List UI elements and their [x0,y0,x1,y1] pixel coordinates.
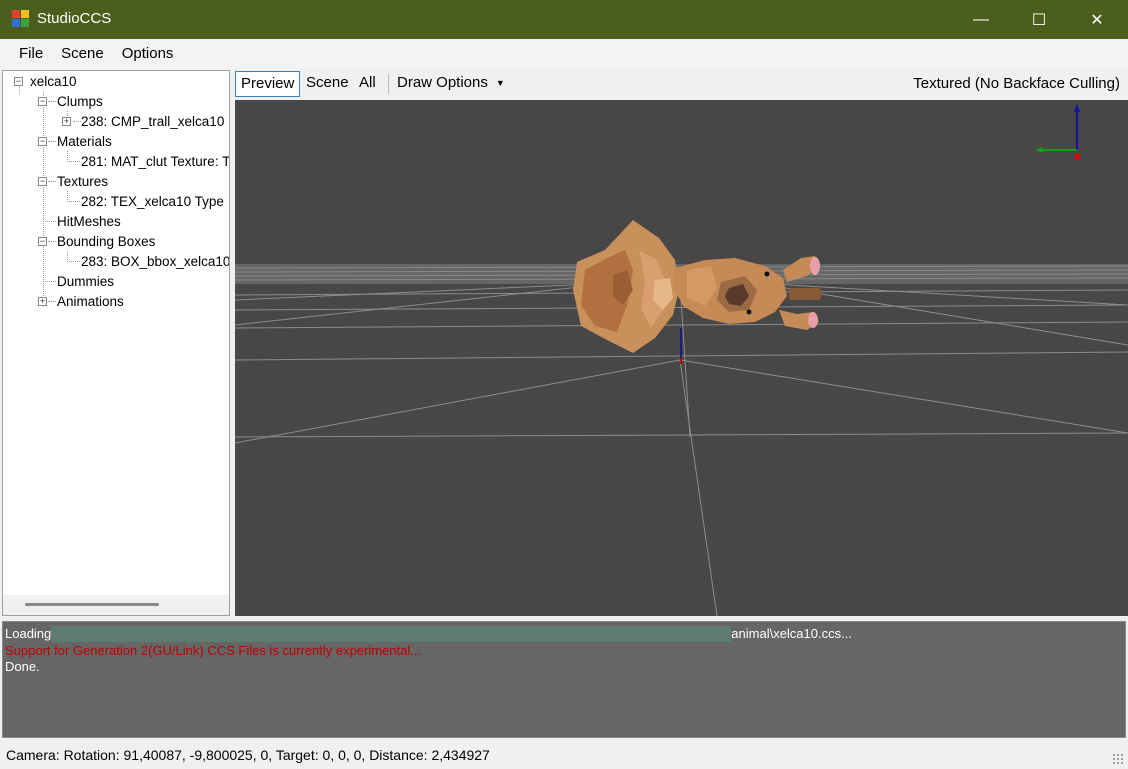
collapse-icon[interactable]: − [38,137,47,146]
tree-node-clump-item[interactable]: 238: CMP_trall_xelca10 [81,112,224,132]
preview-tab[interactable]: Preview [235,71,301,97]
render-mode-label: Textured (No Backface Culling) [913,75,1120,92]
tree-node-material-item[interactable]: 281: MAT_clut Texture: T [81,152,229,172]
close-button[interactable]: ✕ [1068,0,1126,39]
log-line-warning: Support for Generation 2(GU/Link) CCS Fi… [5,642,422,658]
viewport-toolbar: Preview Scene All Draw Options ▼ Textured… [233,69,1128,100]
app-icon [12,10,30,28]
menu-options[interactable]: Options [113,39,183,69]
window-title: StudioCCS [37,10,112,27]
menu-scene[interactable]: Scene [52,39,113,69]
minimize-button[interactable]: — [952,0,1010,39]
tree-node-bounding-boxes[interactable]: Bounding Boxes [57,232,155,252]
tree-node-clumps[interactable]: Clumps [57,92,103,112]
viewport-scene [235,104,1128,616]
collapse-icon[interactable]: − [38,97,47,106]
redacted-path [51,626,732,642]
orientation-gizmo [1035,104,1080,159]
menu-bar: File Scene Options [0,39,1128,69]
scrollbar-thumb[interactable] [25,603,159,606]
expand-icon[interactable]: + [62,117,71,126]
log-line-done: Done. [5,659,40,674]
maximize-button[interactable]: ☐ [1010,0,1068,39]
scene-tree[interactable]: − − + − − − + xelca10 Clumps 238: CMP_tr… [2,70,230,616]
tree-horizontal-scrollbar[interactable] [3,595,229,615]
log-output[interactable]: Loading animal\xelca10.ccs... Support for… [2,621,1126,738]
tree-node-texture-item[interactable]: 282: TEX_xelca10 Type [81,192,224,212]
collapse-icon[interactable]: − [38,237,47,246]
tree-node-animations[interactable]: Animations [57,292,124,312]
dropdown-arrow-icon: ▼ [495,78,505,89]
tree-node-root[interactable]: xelca10 [30,72,77,92]
log-loading-suffix: animal\xelca10.ccs... [731,626,852,641]
3d-viewport[interactable] [235,100,1128,616]
status-bar: Camera: Rotation: 91,40087, -9,800025, 0… [0,741,1128,769]
log-line-loading: Loading animal\xelca10.ccs... [5,626,1123,643]
scene-tab[interactable]: Scene [301,71,354,97]
tree-node-textures[interactable]: Textures [57,172,108,192]
draw-options-label: Draw Options [397,74,488,91]
tree-node-dummies[interactable]: Dummies [57,272,114,292]
all-tab[interactable]: All [354,71,381,97]
toolbar-separator [388,74,389,94]
title-bar: StudioCCS — ☐ ✕ [0,0,1128,39]
menu-file[interactable]: File [10,39,52,69]
collapse-icon[interactable]: − [38,177,47,186]
collapse-icon[interactable]: − [14,77,23,86]
tree-node-hitmeshes[interactable]: HitMeshes [57,212,121,232]
expand-icon[interactable]: + [38,297,47,306]
camera-status-text: Camera: Rotation: 91,40087, -9,800025, 0… [6,747,490,763]
tree-node-bbox-item[interactable]: 283: BOX_bbox_xelca10 [81,252,229,272]
resize-grip-icon[interactable] [1112,753,1124,765]
3d-model [573,220,821,353]
draw-options-dropdown[interactable]: Draw Options ▼ [392,71,510,97]
log-loading-prefix: Loading [5,626,52,641]
tree-node-materials[interactable]: Materials [57,132,112,152]
